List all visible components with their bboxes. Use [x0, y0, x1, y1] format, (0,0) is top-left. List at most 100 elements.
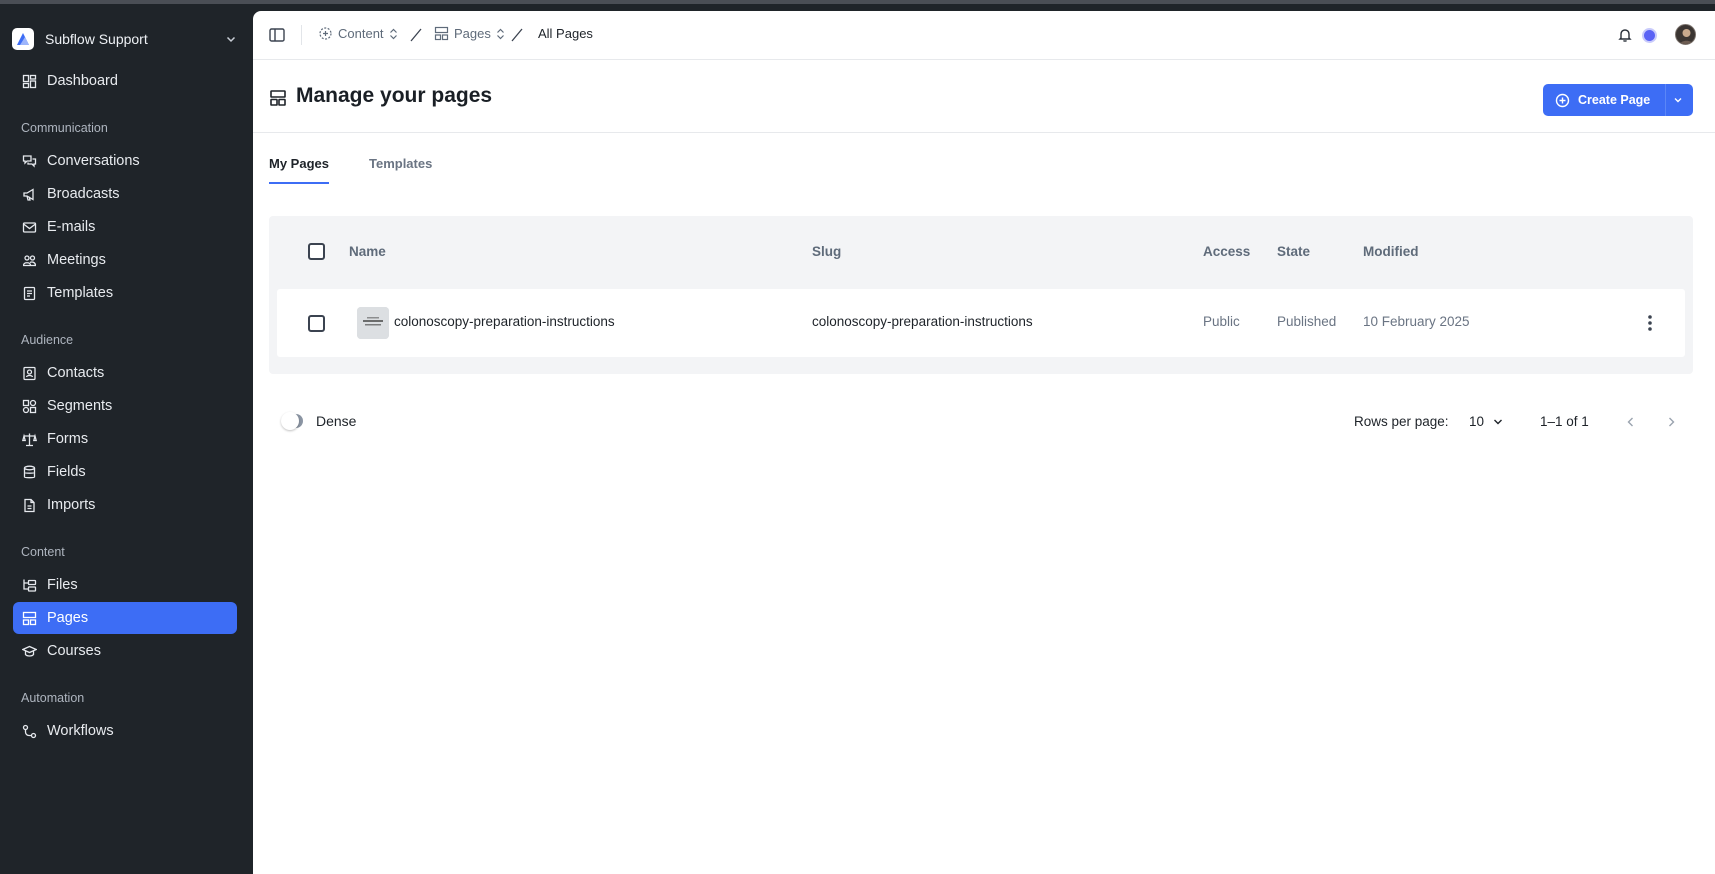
- sidebar-item-label: Forms: [47, 431, 89, 447]
- column-header-modified[interactable]: Modified: [1363, 244, 1419, 259]
- table-row[interactable]: colonoscopy-preparation-instructions col…: [277, 289, 1685, 357]
- sidebar-item-workflows[interactable]: Workflows: [13, 715, 237, 747]
- chevron-updown-icon: [496, 28, 504, 39]
- sidebar-item-segments[interactable]: Segments: [13, 390, 237, 422]
- section-label-automation: Automation: [21, 691, 85, 705]
- row-name[interactable]: colonoscopy-preparation-instructions: [394, 314, 615, 329]
- next-page-button[interactable]: [1661, 412, 1681, 432]
- section-label-content: Content: [21, 545, 65, 559]
- folder-tree-icon: [21, 577, 37, 593]
- megaphone-icon: [21, 186, 37, 202]
- rows-per-page-value: 10: [1469, 414, 1485, 429]
- sidebar-item-fields[interactable]: Fields: [13, 456, 237, 488]
- tab-templates[interactable]: Templates: [369, 144, 432, 184]
- segments-icon: [21, 398, 37, 414]
- row-checkbox[interactable]: [308, 315, 325, 332]
- sidebar-item-pages[interactable]: Pages: [13, 602, 237, 634]
- column-header-slug[interactable]: Slug: [812, 244, 841, 259]
- chevron-left-icon: [1627, 417, 1633, 427]
- mail-icon: [21, 219, 37, 235]
- section-label-audience: Audience: [21, 333, 74, 347]
- dense-label: Dense: [316, 413, 357, 429]
- column-header-access[interactable]: Access: [1203, 244, 1250, 259]
- section-label-communication: Communication: [21, 121, 108, 135]
- button-divider: [1665, 84, 1666, 116]
- row-access: Public: [1203, 314, 1240, 329]
- chevron-down-icon: [1494, 419, 1503, 424]
- toolbar-divider: [301, 25, 302, 45]
- sidebar-item-broadcasts[interactable]: Broadcasts: [13, 178, 237, 210]
- page-thumbnail: [357, 307, 389, 339]
- sidebar-item-conversations[interactable]: Conversations: [13, 145, 237, 177]
- tabs: My Pages Templates: [269, 144, 472, 184]
- sidebar-item-forms[interactable]: Forms: [13, 423, 237, 455]
- layout-icon: [21, 610, 37, 626]
- sidebar-item-label: Conversations: [47, 153, 140, 169]
- column-header-state[interactable]: State: [1277, 244, 1310, 259]
- breadcrumb-pages[interactable]: Pages: [434, 26, 505, 41]
- top-bar: Content Pages All Pages: [253, 11, 1715, 60]
- toggle-knob: [281, 412, 299, 430]
- sidebar-item-emails[interactable]: E-mails: [13, 211, 237, 243]
- sidebar-item-imports[interactable]: Imports: [13, 489, 237, 521]
- create-page-label: Create Page: [1578, 93, 1651, 107]
- table-header: Name Slug Access State Modified: [269, 216, 1693, 289]
- breadcrumb-label: Content: [338, 26, 384, 41]
- rows-per-page-select[interactable]: 10: [1469, 414, 1504, 429]
- sidebar-item-label: Broadcasts: [47, 186, 120, 202]
- sidebar-item-dashboard[interactable]: Dashboard: [13, 65, 237, 97]
- pages-table: Name Slug Access State Modified colonosc…: [269, 216, 1693, 374]
- tab-my-pages[interactable]: My Pages: [269, 144, 329, 184]
- sidebar-item-label: Files: [47, 577, 78, 593]
- template-icon: [21, 285, 37, 301]
- sidebar-item-label: Imports: [47, 497, 96, 513]
- breadcrumb-separator-icon: [410, 28, 422, 42]
- sidebar-item-label: Templates: [47, 285, 114, 301]
- avatar[interactable]: [1675, 24, 1696, 45]
- sidebar-toggle-icon[interactable]: [268, 26, 286, 44]
- sidebar-item-label: Segments: [47, 398, 113, 414]
- breadcrumb-content[interactable]: Content: [318, 26, 398, 41]
- sidebar-item-meetings[interactable]: Meetings: [13, 244, 237, 276]
- sidebar-item-courses[interactable]: Courses: [13, 635, 237, 667]
- layout-icon: [434, 26, 449, 41]
- breadcrumb-current: All Pages: [538, 26, 593, 41]
- chat-icon: [21, 153, 37, 169]
- breadcrumb-separator-icon: [511, 28, 523, 42]
- sidebar-item-label: Fields: [47, 464, 86, 480]
- create-page-button[interactable]: Create Page: [1543, 84, 1693, 116]
- more-vertical-icon[interactable]: [1641, 313, 1659, 333]
- previous-page-button[interactable]: [1621, 412, 1641, 432]
- chevron-down-icon[interactable]: [1673, 95, 1683, 105]
- dense-toggle[interactable]: [281, 412, 303, 430]
- chevron-down-icon: [226, 36, 236, 43]
- row-modified: 10 February 2025: [1363, 314, 1470, 329]
- sidebar-item-templates[interactable]: Templates: [13, 277, 237, 309]
- bell-icon[interactable]: [1617, 27, 1633, 43]
- sidebar-item-label: Dashboard: [47, 73, 118, 89]
- sidebar-item-contacts[interactable]: Contacts: [13, 357, 237, 389]
- chevron-right-icon: [1669, 417, 1675, 427]
- table-footer: Dense Rows per page: 10 1–1 of 1: [253, 401, 1715, 441]
- pagination-range: 1–1 of 1: [1540, 414, 1589, 429]
- scale-icon: [21, 431, 37, 447]
- sidebar-item-label: Contacts: [47, 365, 105, 381]
- column-header-name[interactable]: Name: [349, 244, 386, 259]
- status-indicator[interactable]: [1642, 28, 1657, 43]
- select-all-checkbox[interactable]: [308, 243, 325, 260]
- rows-per-page-label: Rows per page:: [1354, 414, 1449, 429]
- window-top-strip: [0, 0, 1715, 4]
- layout-icon: [270, 90, 286, 106]
- database-icon: [21, 464, 37, 480]
- breadcrumb-label: Pages: [454, 26, 491, 41]
- workspace-switcher[interactable]: Subflow Support: [12, 24, 238, 54]
- workspace-name: Subflow Support: [45, 31, 148, 47]
- page-header: Manage your pages Create Page: [253, 60, 1715, 133]
- sidebar-item-files[interactable]: Files: [13, 569, 237, 601]
- dashboard-icon: [21, 73, 37, 89]
- sidebar-item-label: Pages: [47, 610, 89, 626]
- workflow-icon: [21, 723, 37, 739]
- sidebar-item-label: Meetings: [47, 252, 106, 268]
- row-slug: colonoscopy-preparation-instructions: [812, 314, 1033, 329]
- page-title: Manage your pages: [296, 84, 493, 107]
